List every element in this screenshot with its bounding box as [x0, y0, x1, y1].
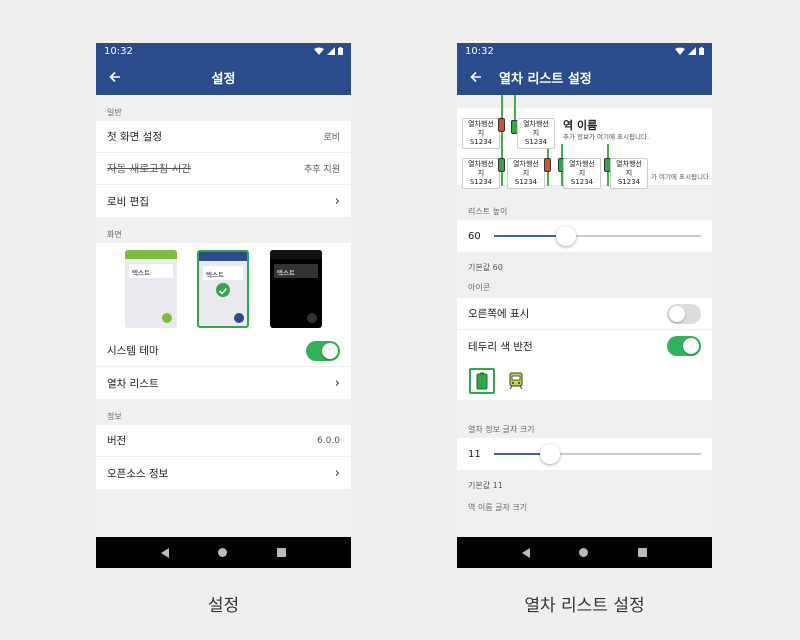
caption-left: 설정 [207, 596, 240, 616]
page-title: 열차 리스트 설정 [499, 71, 592, 87]
theme-dark[interactable]: 텍스트 [270, 250, 322, 328]
nav-back-icon[interactable] [521, 547, 530, 558]
lobby-edit-row[interactable]: 로비 편집 › [96, 185, 351, 217]
icon-style-picker [457, 362, 712, 400]
theme-picker: 텍스트 텍스트 텍스트 [96, 243, 351, 335]
chevron-right-icon: › [334, 375, 340, 391]
station-sub-info: 추가 정보가 여기에 표시됩니다. [563, 133, 650, 141]
status-bar: 10:32 [457, 43, 712, 59]
battery-train-icon [476, 372, 488, 390]
section-general: 일반 [107, 108, 122, 117]
section-screen: 화면 [107, 230, 122, 239]
info-font-slider-row: 11 [457, 438, 712, 470]
start-screen-row[interactable]: 첫 화면 설정 로비 [96, 121, 351, 153]
signal-icon [688, 47, 696, 55]
train-list-settings-screen: 10:32 열차 리스트 설정 열차행선지 S1234 열차행선지 S1234 역 … [457, 43, 712, 568]
battery-icon [338, 47, 343, 55]
train-style-icon-option[interactable] [503, 368, 529, 394]
nav-bar [96, 537, 351, 568]
settings-screen: 10:32 설정 일반 첫 화면 설정 로비 자동 새로고침 시간 추후 지원 … [96, 43, 351, 568]
train-card: 열차행선지 S1234 [462, 118, 500, 149]
list-height-default: 기본값 60 [468, 263, 503, 272]
chevron-right-icon: › [334, 465, 340, 481]
back-button[interactable] [106, 68, 124, 86]
app-bar: 열차 리스트 설정 [457, 59, 712, 95]
list-height-label: 리스트 높이 [468, 207, 508, 216]
info-font-default: 기본값 11 [468, 481, 503, 490]
system-theme-toggle[interactable] [306, 340, 340, 361]
train-card: 열차행선지 S1234 [610, 158, 648, 189]
battery-icon [699, 47, 704, 55]
train-icon [509, 372, 523, 390]
app-bar: 설정 [96, 59, 351, 95]
chevron-right-icon: › [334, 193, 340, 209]
list-height-value: 60 [468, 230, 481, 242]
theme-light-blue[interactable]: 텍스트 [197, 250, 249, 328]
slider-thumb[interactable] [539, 444, 560, 464]
show-right-row: 오른쪽에 표시 [457, 298, 712, 330]
nav-recent-icon[interactable] [638, 548, 648, 557]
list-height-slider[interactable] [493, 226, 701, 246]
info-font-value: 11 [468, 448, 481, 460]
check-icon [216, 283, 230, 297]
train-card: 열차행선지 S1234 [563, 158, 601, 189]
train-list-row[interactable]: 열차 리스트 › [96, 367, 351, 399]
wifi-icon [675, 47, 685, 55]
list-height-slider-row: 60 [457, 220, 712, 252]
train-list-preview: 열차행선지 S1234 열차행선지 S1234 역 이름 추가 정보가 여기에 표시… [457, 95, 712, 189]
nav-back-icon[interactable] [160, 547, 169, 558]
arrow-left-icon [109, 71, 120, 83]
train-card: 열차행선지 S1234 [517, 118, 555, 149]
station-font-label: 역 이름 글자 크기 [468, 503, 528, 512]
nav-bar [457, 537, 712, 568]
slider-thumb[interactable] [556, 226, 577, 246]
nav-recent-icon[interactable] [277, 548, 287, 557]
info-font-slider[interactable] [493, 444, 701, 464]
show-right-toggle[interactable] [667, 303, 701, 324]
signal-icon [327, 47, 335, 55]
oss-row[interactable]: 오픈소스 정보 › [96, 457, 351, 489]
auto-refresh-row[interactable]: 자동 새로고침 시간 추후 지원 [96, 153, 351, 185]
status-bar: 10:32 [96, 43, 351, 59]
status-time: 10:32 [104, 45, 133, 57]
page-title: 설정 [211, 71, 236, 87]
train-card: 열차행선지 S1234 [462, 158, 500, 189]
general-group: 첫 화면 설정 로비 자동 새로고침 시간 추후 지원 로비 편집 › [96, 121, 351, 217]
border-invert-row: 테두리 색 반전 [457, 330, 712, 362]
arrow-left-icon [470, 71, 481, 83]
nav-home-icon[interactable] [579, 548, 589, 557]
system-theme-row: 시스템 테마 [96, 335, 351, 367]
version-row: 버전 6.0.0 [96, 425, 351, 457]
caption-right: 열차 리스트 설정 [524, 596, 645, 616]
nav-home-icon[interactable] [218, 548, 228, 557]
theme-light-green[interactable]: 텍스트 [125, 250, 177, 328]
status-time: 10:32 [465, 45, 494, 57]
wifi-icon [314, 47, 324, 55]
icon-section: 아이콘 [468, 283, 491, 292]
section-info: 정보 [107, 412, 122, 421]
back-button[interactable] [467, 68, 485, 86]
train-card: 열차행선지 S1234 [507, 158, 545, 189]
border-invert-toggle[interactable] [667, 336, 701, 356]
battery-style-icon-option[interactable] [469, 368, 495, 394]
info-font-label: 열차 정보 글자 크기 [468, 425, 535, 434]
